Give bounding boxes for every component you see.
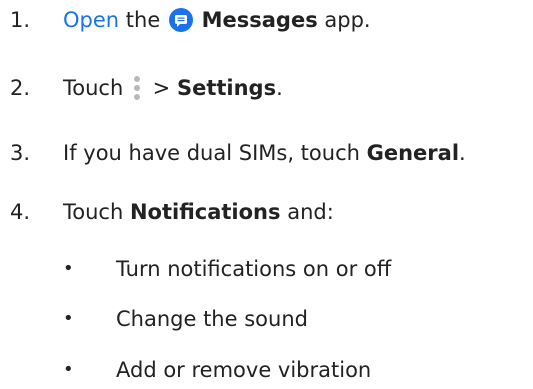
general-label: General — [366, 141, 460, 165]
settings-label: Settings — [176, 76, 277, 100]
bullet-dot: • — [63, 359, 74, 380]
step-number: 1. — [10, 8, 31, 32]
separator: > — [152, 76, 171, 100]
step-text: the — [125, 8, 161, 32]
step-text: Touch — [63, 200, 124, 224]
step-text: and: — [287, 200, 334, 224]
step-text: If you have dual SIMs, touch — [63, 141, 360, 165]
step-number: 4. — [10, 200, 31, 224]
bullet-text: Add or remove vibration — [116, 358, 372, 382]
app-name: Messages — [201, 8, 318, 32]
more-options-icon — [132, 75, 142, 101]
bullet-dot: • — [63, 258, 74, 279]
step-number: 2. — [10, 76, 31, 100]
step-number: 3. — [10, 141, 31, 165]
open-link[interactable]: Open — [63, 8, 119, 32]
bullet-text: Turn notifications on or off — [116, 257, 392, 281]
bullet-text: Change the sound — [116, 307, 308, 331]
messages-app-icon — [168, 8, 193, 32]
step-text: . — [276, 76, 283, 100]
bullet-dot: • — [63, 308, 74, 329]
step-text: Touch — [63, 76, 124, 100]
step-text: . — [459, 141, 466, 165]
step-text: app. — [324, 8, 371, 32]
notifications-label: Notifications — [129, 200, 281, 224]
